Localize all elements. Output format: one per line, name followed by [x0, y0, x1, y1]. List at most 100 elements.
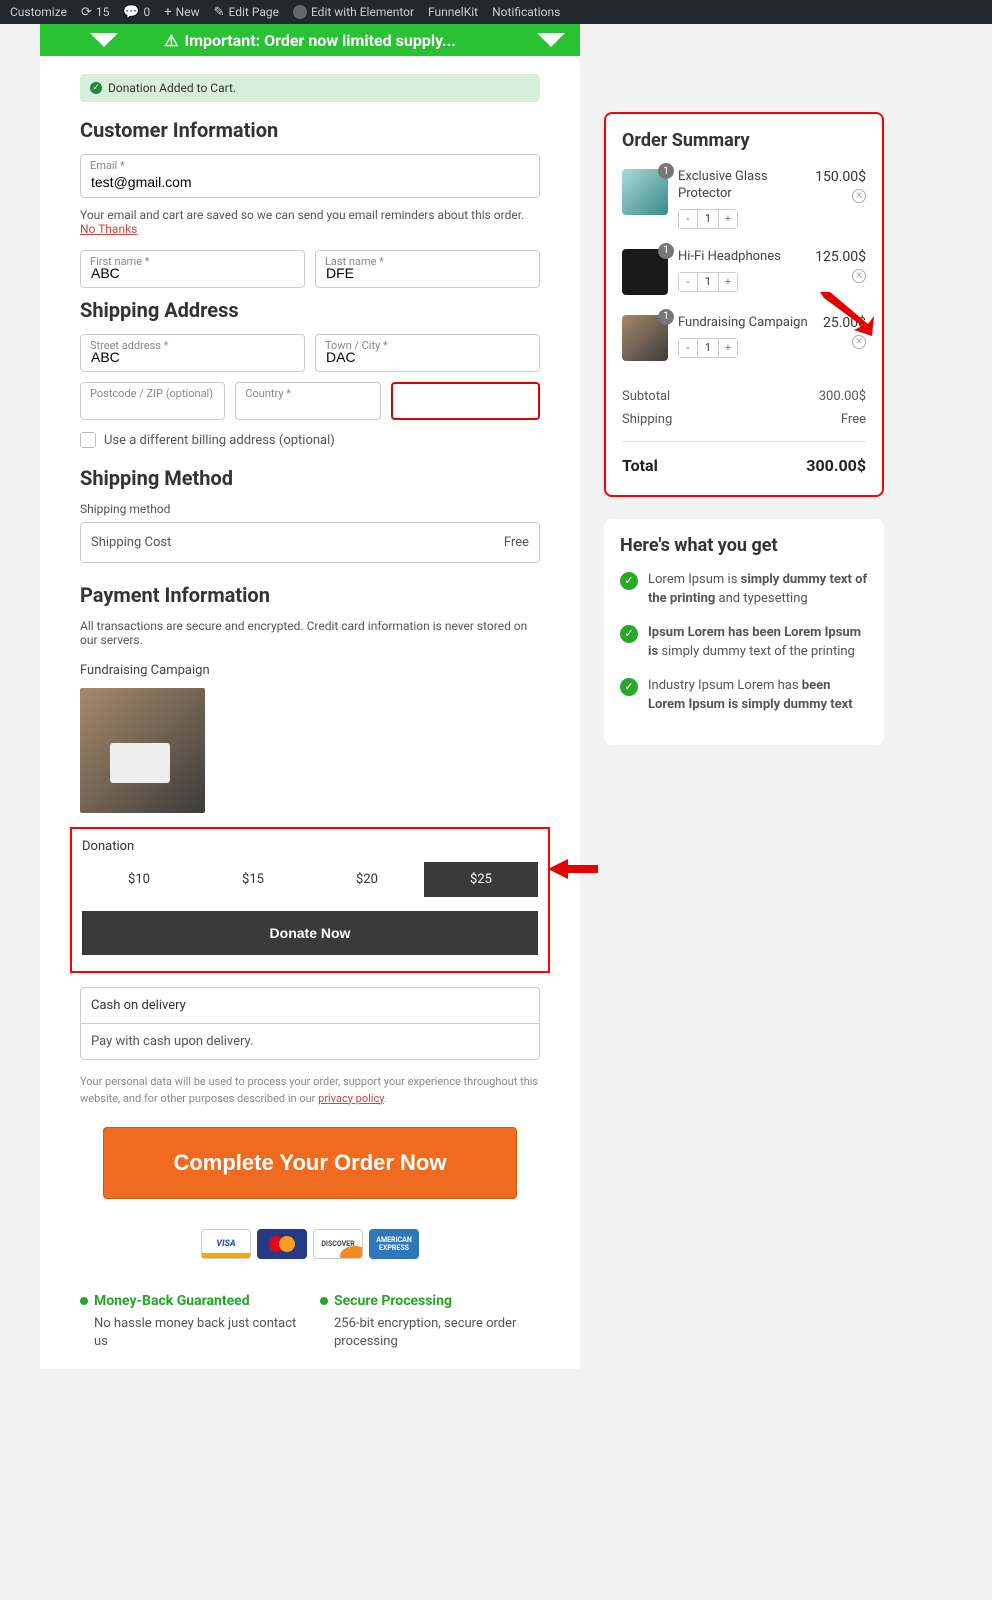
product-thumb: 1: [622, 169, 668, 215]
shipping-value: Free: [841, 412, 866, 427]
edit-elementor-link[interactable]: Edit with Elementor: [293, 5, 414, 19]
chevron-down-icon: [90, 33, 118, 47]
totals: Subtotal 300.00$ Shipping Free Total 300.00…: [622, 385, 866, 479]
comments-link[interactable]: 💬0: [123, 5, 150, 20]
no-thanks-link[interactable]: No Thanks: [80, 222, 137, 236]
pencil-icon: ✎: [214, 5, 225, 20]
customize-link[interactable]: Customize: [10, 5, 67, 19]
shipping-cost-value: Free: [504, 535, 529, 550]
email-field: Email *: [80, 154, 540, 198]
donation-label: Donation: [82, 839, 538, 854]
sidebar: Order Summary 1Exclusive Glass Protector…: [604, 24, 884, 1369]
remove-item-button[interactable]: ✕: [852, 189, 866, 203]
donation-option[interactable]: $20: [310, 862, 424, 897]
updates-link[interactable]: ⟳15: [81, 5, 109, 20]
qty-minus-button[interactable]: -: [679, 210, 697, 228]
checkout-main: ⚠ Important: Order now limited supply...…: [40, 24, 580, 1369]
chevron-down-icon: [537, 33, 565, 47]
banner-text: Important: Order now limited supply...: [184, 31, 455, 50]
payment-subtext: All transactions are secure and encrypte…: [80, 619, 540, 647]
order-summary-card: Order Summary 1Exclusive Glass Protector…: [604, 112, 884, 497]
payment-info-heading: Payment Information: [80, 583, 540, 607]
checkbox-icon[interactable]: [80, 432, 96, 448]
customer-info-heading: Customer Information: [80, 118, 540, 142]
complete-order-button[interactable]: Complete Your Order Now: [103, 1127, 517, 1199]
what-you-get-title: Here's what you get: [620, 535, 868, 556]
benefit-item: ✓ Lorem Ipsum is simply dummy text of the…: [620, 570, 868, 609]
remove-item-button[interactable]: ✕: [852, 269, 866, 283]
qty-stepper: -1+: [678, 272, 738, 292]
check-icon: ✓: [90, 82, 102, 94]
donate-now-button[interactable]: Donate Now: [82, 911, 538, 955]
cod-box: Cash on delivery Pay with cash upon deli…: [80, 987, 540, 1060]
qty-stepper: -1+: [678, 209, 738, 229]
postcode-label: Postcode / ZIP (optional): [90, 387, 213, 400]
qty-badge: 1: [658, 243, 674, 259]
guarantee-item: Secure Processing256-bit encryption, sec…: [320, 1293, 540, 1351]
total-label: Total: [622, 456, 658, 475]
shipping-address-heading: Shipping Address: [80, 298, 540, 322]
lname-label: Last name *: [325, 255, 384, 268]
state-select-error[interactable]: [391, 382, 540, 420]
donation-option[interactable]: $10: [82, 862, 196, 897]
guarantee-title: Money-Back Guaranteed: [80, 1293, 300, 1309]
plus-icon: +: [164, 5, 171, 20]
benefit-text: Lorem Ipsum is simply dummy text of the …: [648, 570, 868, 609]
what-you-get-card: Here's what you get ✓ Lorem Ipsum is simp…: [604, 519, 884, 745]
payment-cards: VISA DISCOVER AMERICAN EXPRESS: [80, 1229, 540, 1259]
new-link[interactable]: +New: [164, 5, 199, 20]
check-icon: ✓: [620, 625, 638, 643]
benefit-text: Ipsum Lorem has been Lorem Ipsum is simp…: [648, 623, 868, 662]
diff-billing-label: Use a different billing address (optiona…: [104, 433, 335, 448]
street-label: Street address *: [90, 339, 168, 352]
qty-value: 1: [697, 210, 719, 228]
urgency-banner: ⚠ Important: Order now limited supply...: [40, 24, 580, 56]
diff-billing-row[interactable]: Use a different billing address (optiona…: [80, 432, 540, 448]
qty-stepper: -1+: [678, 338, 738, 358]
notice-text: Donation Added to Cart.: [108, 81, 236, 95]
donation-option[interactable]: $15: [196, 862, 310, 897]
product-price: 150.00$: [815, 169, 866, 185]
qty-plus-button[interactable]: +: [719, 210, 737, 228]
refresh-icon: ⟳: [81, 5, 92, 20]
order-summary-title: Order Summary: [622, 130, 866, 151]
edit-page-link[interactable]: ✎Edit Page: [214, 5, 279, 20]
product-name: Hi-Fi Headphones: [678, 249, 805, 266]
comment-icon: 💬: [123, 5, 139, 20]
qty-badge: 1: [658, 163, 674, 179]
benefit-item: ✓ Industry Ipsum Lorem has been Lorem Ips…: [620, 676, 868, 715]
guarantee-item: Money-Back GuaranteedNo hassle money bac…: [80, 1293, 300, 1351]
notifications-link[interactable]: Notifications: [492, 5, 560, 19]
email-label: Email *: [90, 159, 125, 172]
elementor-icon: [293, 5, 307, 19]
total-value: 300.00$: [806, 456, 866, 475]
qty-value: 1: [697, 273, 719, 291]
benefit-text: Industry Ipsum Lorem has been Lorem Ipsu…: [648, 676, 868, 715]
check-icon: ✓: [620, 572, 638, 590]
privacy-policy-link[interactable]: privacy policy: [318, 1092, 384, 1105]
donation-option[interactable]: $25: [424, 862, 538, 897]
fname-label: First name *: [90, 255, 150, 268]
shipping-cost-box: Shipping Cost Free: [80, 522, 540, 563]
qty-minus-button[interactable]: -: [679, 273, 697, 291]
shipping-cost-label: Shipping Cost: [91, 535, 171, 550]
product-thumb: 1: [622, 249, 668, 295]
campaign-title: Fundraising Campaign: [80, 663, 540, 678]
annotation-arrow: [548, 855, 598, 883]
shipping-label: Shipping: [622, 412, 672, 427]
check-icon: ✓: [620, 678, 638, 696]
qty-plus-button[interactable]: +: [719, 273, 737, 291]
subtotal-label: Subtotal: [622, 389, 670, 404]
donation-block: Donation $10$15$20$25 Donate Now: [70, 827, 550, 973]
remove-item-button[interactable]: ✕: [852, 335, 866, 349]
subtotal-value: 300.00$: [819, 389, 866, 404]
qty-plus-button[interactable]: +: [719, 339, 737, 357]
discover-icon: DISCOVER: [313, 1229, 363, 1259]
qty-minus-button[interactable]: -: [679, 339, 697, 357]
cod-body: Pay with cash upon delivery.: [81, 1024, 539, 1059]
funnelkit-link[interactable]: FunnelKit: [428, 5, 478, 19]
mastercard-icon: [257, 1229, 307, 1259]
email-input[interactable]: [80, 154, 540, 198]
cod-heading[interactable]: Cash on delivery: [81, 988, 539, 1024]
qty-badge: 1: [658, 309, 674, 325]
